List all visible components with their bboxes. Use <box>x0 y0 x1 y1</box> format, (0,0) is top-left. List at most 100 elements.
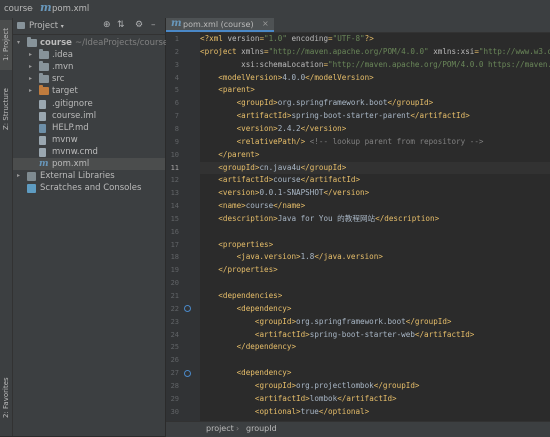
code-line[interactable]: <groupId>cn.java4u</groupId> <box>200 161 550 174</box>
tree-item[interactable]: ▾ course ~/IdeaProjects/course <box>13 37 168 49</box>
status-crumb-groupid[interactable]: groupId <box>246 424 277 433</box>
code-line[interactable]: <artifactId>lombok</artifactId> <box>200 393 550 405</box>
tab-label: pom.xml (course) <box>183 20 254 29</box>
editor-tab-bar: m pom.xml (course) × <box>166 18 550 33</box>
code-line[interactable]: <groupId>org.springframework.boot</group… <box>200 316 550 328</box>
code-line[interactable]: <artifactId>spring-boot-starter-web</art… <box>200 329 550 341</box>
code-line[interactable]: </properties> <box>200 264 550 276</box>
code-line[interactable]: <java.version>1.8</java.version> <box>200 251 550 263</box>
dependency-marker-icon[interactable] <box>184 305 191 313</box>
chevron-right-icon[interactable]: ▸ <box>29 49 32 61</box>
line-number: 6 <box>174 99 179 108</box>
line-number: 18 <box>170 253 179 262</box>
code-line[interactable]: <dependencies> <box>200 290 550 302</box>
code-line[interactable]: <properties> <box>200 239 550 251</box>
tree-item[interactable]: HELP.md <box>13 122 165 134</box>
code-line[interactable] <box>200 226 550 238</box>
line-number: 11 <box>170 163 179 172</box>
close-tab-icon[interactable]: × <box>262 19 269 28</box>
code-line[interactable]: <artifactId>spring-boot-starter-parent</… <box>200 110 550 122</box>
chevron-right-icon[interactable]: ▸ <box>29 73 32 85</box>
hide-icon[interactable]: – <box>151 20 156 30</box>
code-line[interactable] <box>200 277 550 289</box>
tree-item-label: .idea <box>52 50 73 61</box>
file-icon <box>39 111 46 121</box>
chevron-right-icon[interactable]: ▸ <box>29 85 32 97</box>
favorites-tool-tab[interactable]: 2: Favorites <box>0 370 12 426</box>
library-icon <box>27 172 36 182</box>
folder-icon <box>39 49 49 60</box>
line-number: 12 <box>170 176 179 185</box>
structure-tool-tab[interactable]: Z: Structure <box>0 80 12 138</box>
line-number: 27 <box>170 369 179 378</box>
line-number: 1 <box>174 35 179 43</box>
breadcrumb-file[interactable]: pom.xml <box>52 4 89 14</box>
project-view-selector[interactable]: Project ▾ <box>29 21 64 31</box>
code-line[interactable]: <artifactId>course</artifactId> <box>200 174 550 186</box>
line-number: 2 <box>174 47 179 56</box>
code-line[interactable]: </dependency> <box>200 341 550 353</box>
code-line[interactable]: <dependency> <box>200 303 550 315</box>
code-line[interactable]: <parent> <box>200 84 550 96</box>
status-crumb-project[interactable]: project <box>206 424 234 433</box>
code-line[interactable]: <relativePath/> <!-- lookup parent from … <box>200 136 550 148</box>
breadcrumb-project[interactable]: course <box>4 4 32 14</box>
line-number: 21 <box>170 292 179 300</box>
tree-item[interactable]: .gitignore <box>13 98 165 110</box>
code-line[interactable]: <description>Java for You 的教程网站</descrip… <box>200 213 550 225</box>
line-number: 19 <box>170 266 179 275</box>
editor-area: m pom.xml (course) × 1 2 3 4 5 6 7 8 9 10 11 12 13 14… <box>166 18 550 436</box>
line-number: 17 <box>170 240 179 249</box>
line-number: 25 <box>170 343 179 352</box>
tree-item[interactable]: mvnw.cmd <box>13 146 165 158</box>
code-line[interactable]: <version>2.4.2</version> <box>200 123 550 135</box>
line-number: 4 <box>174 73 179 82</box>
line-number: 23 <box>170 317 179 326</box>
chevron-down-icon[interactable]: ▾ <box>17 37 20 49</box>
code-line[interactable]: <optional>true</optional> <box>200 406 550 418</box>
line-number: 15 <box>170 214 179 223</box>
chevron-right-icon[interactable]: ▸ <box>17 170 20 182</box>
code-line[interactable]: <name>course</name> <box>200 200 550 212</box>
breadcrumb-separator: › <box>30 4 34 14</box>
tree-item[interactable]: m pom.xml <box>13 158 165 170</box>
code-line[interactable]: <?xml version="1.0" encoding="UTF-8"?> <box>200 33 550 45</box>
editor-gutter: 1 2 3 4 5 6 7 8 9 10 11 12 13 14 15 16 17 18 19 20 21 22 23 24 2… <box>166 33 200 432</box>
code-line[interactable] <box>200 354 550 366</box>
tree-item[interactable]: ▸ .mvn <box>13 61 165 73</box>
tree-item[interactable]: ▸ target <box>13 85 165 97</box>
code-view[interactable]: <?xml version="1.0" encoding="UTF-8"?> <p… <box>200 33 550 432</box>
dependency-marker-icon[interactable] <box>184 369 191 377</box>
scratch-icon <box>27 184 36 194</box>
folder-icon <box>39 85 49 96</box>
code-line[interactable]: <dependency> <box>200 367 550 379</box>
tree-item[interactable]: ▸ src <box>13 73 165 85</box>
locate-icon[interactable]: ⊕ <box>103 20 111 30</box>
code-line[interactable]: xsi:schemaLocation="http://maven.apache.… <box>200 59 550 71</box>
line-number: 9 <box>174 137 179 146</box>
code-line[interactable]: <groupId>org.springframework.boot</group… <box>200 97 550 109</box>
line-number: 28 <box>170 381 179 390</box>
code-line[interactable]: <groupId>org.projectlombok</groupId> <box>200 380 550 392</box>
line-number: 30 <box>170 407 179 416</box>
tree-item[interactable]: ▸ .idea <box>13 49 165 61</box>
status-crumb-separator: › <box>236 424 240 433</box>
chevron-right-icon[interactable]: ▸ <box>29 61 32 73</box>
gear-icon[interactable]: ⚙ <box>135 20 143 30</box>
project-tool-tab[interactable]: 1: Project <box>0 20 12 70</box>
code-line[interactable]: <modelVersion>4.0.0</modelVersion> <box>200 72 550 84</box>
line-number: 22 <box>170 304 179 313</box>
tree-item[interactable]: ▸ External Libraries <box>13 170 165 182</box>
line-number: 8 <box>174 124 179 133</box>
tree-item[interactable]: course.iml <box>13 110 165 122</box>
code-line[interactable]: </parent> <box>200 149 550 161</box>
collapse-all-icon[interactable]: ⇅ <box>117 20 125 30</box>
editor-breadcrumb-bar: project › groupId <box>166 421 550 437</box>
code-line[interactable]: <version>0.0.1-SNAPSHOT</version> <box>200 187 550 199</box>
code-line[interactable]: <project xmlns="http://maven.apache.org/… <box>200 46 550 58</box>
tree-item[interactable]: Scratches and Consoles <box>13 182 165 194</box>
tree-item-label: target <box>52 86 78 97</box>
tab-pom-xml[interactable]: m pom.xml (course) × <box>166 18 274 32</box>
tree-item[interactable]: mvnw <box>13 134 165 146</box>
line-number: 3 <box>174 60 179 69</box>
